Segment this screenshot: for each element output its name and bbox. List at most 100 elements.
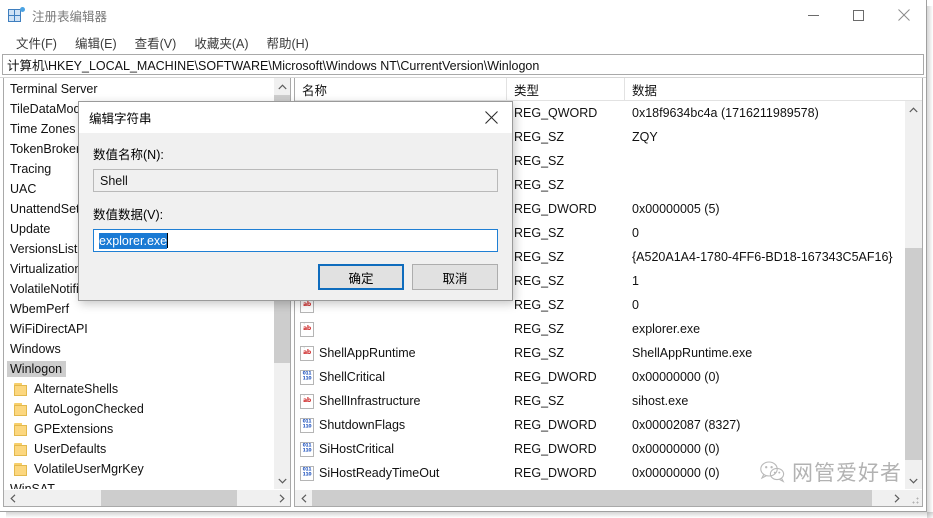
ok-button[interactable]: 确定 xyxy=(318,264,404,290)
table-row[interactable]: 011 110 SiHostCritical REG_DWORD 0x00000000 … xyxy=(295,437,905,461)
cell-type: REG_DWORD xyxy=(514,370,597,384)
column-header-data[interactable]: 数据 xyxy=(625,78,922,100)
edit-string-dialog: 编辑字符串 数值名称(N): Shell 数值数据(V): explorer.e… xyxy=(78,101,513,301)
table-row[interactable]: 011110SiHostRestartCountLimitREG_DWORD0x… xyxy=(295,485,905,489)
menu-edit[interactable]: 编辑(E) xyxy=(66,31,126,54)
list-vertical-scrollbar[interactable] xyxy=(905,101,922,489)
table-row[interactable]: 011 110 SiHostReadyTimeOut REG_DWORD 0x00000… xyxy=(295,461,905,485)
resize-grip[interactable] xyxy=(905,490,922,506)
tree-item-label: AutoLogonChecked xyxy=(34,402,144,416)
table-row[interactable]: 011 110 ShellCritical REG_DWORD 0x00000000 (… xyxy=(295,365,905,389)
tree-item-label: VersionsList xyxy=(10,242,78,256)
list-scroll-down-button[interactable] xyxy=(905,472,922,489)
window-shadow-bottom xyxy=(6,512,933,518)
tree-scroll-right-button[interactable] xyxy=(273,490,290,506)
dialog-close-button[interactable] xyxy=(470,102,512,133)
menu-view[interactable]: 查看(V) xyxy=(126,31,186,54)
cell-type: REG_SZ xyxy=(514,154,565,168)
tree-item-winsat[interactable]: WinSAT xyxy=(4,479,273,489)
list-scroll-left-button[interactable] xyxy=(295,490,312,506)
folder-icon xyxy=(14,382,29,396)
tree-item-windows[interactable]: Windows xyxy=(4,339,273,359)
list-scroll-right-button[interactable] xyxy=(888,490,905,506)
tree-scroll-down-button[interactable] xyxy=(274,472,290,489)
list-horizontal-scrollbar[interactable] xyxy=(295,489,922,506)
cell-type: REG_DWORD xyxy=(514,466,597,480)
tree-horizontal-scrollbar[interactable] xyxy=(4,489,290,506)
tree-scroll-up-button[interactable] xyxy=(274,78,290,95)
address-bar-container: 计算机\HKEY_LOCAL_MACHINE\SOFTWARE\Microsof… xyxy=(0,54,926,77)
list-scroll-track[interactable] xyxy=(905,118,922,472)
reg-sz-icon: ab xyxy=(300,321,314,337)
menu-favorites[interactable]: 收藏夹(A) xyxy=(185,31,257,54)
tree-item-label: UserDefaults xyxy=(34,442,107,456)
value-data-input[interactable]: explorer.exe xyxy=(93,229,498,252)
value-name-input[interactable]: Shell xyxy=(93,169,498,192)
cell-data: 0x18f9634bc4a (1716211989578) xyxy=(632,106,819,120)
cancel-button[interactable]: 取消 xyxy=(412,264,498,290)
values-column-header: 名称 类型 数据 xyxy=(295,78,922,101)
cell-name: 011 110 SiHostCritical xyxy=(295,441,507,457)
tree-scroll-left-button[interactable] xyxy=(4,490,21,506)
tree-item-label: Virtualization xyxy=(10,262,82,276)
tree-item-wbemperf[interactable]: WbemPerf xyxy=(4,299,273,319)
cell-data: 0x00000000 (0) xyxy=(632,466,720,480)
reg-sz-icon: ab xyxy=(300,345,314,361)
minimize-button[interactable] xyxy=(791,0,836,30)
table-row[interactable]: 011 110 ShutdownFlags REG_DWORD 0x00002087 (… xyxy=(295,413,905,437)
cell-type: REG_SZ xyxy=(514,298,565,312)
cell-type: REG_QWORD xyxy=(514,106,598,120)
cell-type: REG_SZ xyxy=(514,394,565,408)
menu-file[interactable]: 文件(F) xyxy=(7,31,66,54)
column-header-name[interactable]: 名称 xyxy=(295,78,507,100)
tree-item-userdefaults[interactable]: UserDefaults xyxy=(4,439,273,459)
cell-name: ab ShellAppRuntime xyxy=(295,345,507,361)
cell-type: REG_SZ xyxy=(514,274,565,288)
cell-data: 0x00000000 (0) xyxy=(632,370,720,384)
address-bar[interactable]: 计算机\HKEY_LOCAL_MACHINE\SOFTWARE\Microsof… xyxy=(2,54,924,75)
list-hscroll-track[interactable] xyxy=(312,490,888,506)
tree-item-label: Terminal Server xyxy=(10,82,98,96)
column-header-type[interactable]: 类型 xyxy=(507,78,625,100)
value-name-text: ShellInfrastructure xyxy=(319,394,421,408)
cell-data: ZQY xyxy=(632,130,658,144)
table-row[interactable]: ab ShellInfrastructure REG_SZ sihost.exe xyxy=(295,389,905,413)
cell-type: REG_SZ xyxy=(514,226,565,240)
value-name-label: 数值名称(N): xyxy=(93,148,164,162)
cell-data: 0x00002087 (8327) xyxy=(632,418,741,432)
cell-data: 1 xyxy=(632,274,639,288)
tree-item-wifidirectapi[interactable]: WiFiDirectAPI xyxy=(4,319,273,339)
list-scroll-thumb[interactable] xyxy=(905,248,922,460)
value-data-label: 数值数据(V): xyxy=(93,208,164,222)
reg-dword-icon: 011110 xyxy=(300,417,314,433)
tree-item-terminal-server[interactable]: Terminal Server xyxy=(4,79,273,99)
close-button[interactable] xyxy=(881,0,926,30)
value-name-text: SiHostCritical xyxy=(319,442,395,456)
tree-item-alternateshells[interactable]: AlternateShells xyxy=(4,379,273,399)
tree-item-label: Windows xyxy=(10,342,61,356)
tree-item-label: GPExtensions xyxy=(34,422,114,436)
maximize-button[interactable] xyxy=(836,0,881,30)
tree-item-autologonchecked[interactable]: AutoLogonChecked xyxy=(4,399,273,419)
folder-icon xyxy=(14,442,29,456)
tree-hscroll-track[interactable] xyxy=(21,490,273,506)
cell-name: ab ShellInfrastructure xyxy=(295,393,507,409)
window-shadow-right xyxy=(927,6,933,518)
tree-item-gpextensions[interactable]: GPExtensions xyxy=(4,419,273,439)
cell-data: ShellAppRuntime.exe xyxy=(632,346,753,360)
tree-item-label: WiFiDirectAPI xyxy=(10,322,88,336)
table-row[interactable]: ab REG_SZ explorer.exe xyxy=(295,317,905,341)
menu-help[interactable]: 帮助(H) xyxy=(257,31,317,54)
tree-item-winlogon[interactable]: Winlogon xyxy=(4,359,273,379)
tree-item-label: VolatileUserMgrKey xyxy=(34,462,144,476)
tree-item-volatileusermgrkey[interactable]: VolatileUserMgrKey xyxy=(4,459,273,479)
table-row[interactable]: ab ShellAppRuntime REG_SZ ShellAppRuntime.e… xyxy=(295,341,905,365)
reg-sz-icon: ab xyxy=(300,393,314,409)
tree-hscroll-thumb[interactable] xyxy=(101,490,237,506)
list-scroll-up-button[interactable] xyxy=(905,101,922,118)
cell-type: REG_SZ xyxy=(514,178,565,192)
list-hscroll-thumb[interactable] xyxy=(312,490,872,506)
cell-type: REG_SZ xyxy=(514,346,565,360)
reg-dword-icon: 011110 xyxy=(300,465,314,481)
registry-editor-window: 注册表编辑器 文件(F) 编辑(E) 查看(V) 收藏夹(A) 帮助(H) 计算… xyxy=(0,0,927,512)
